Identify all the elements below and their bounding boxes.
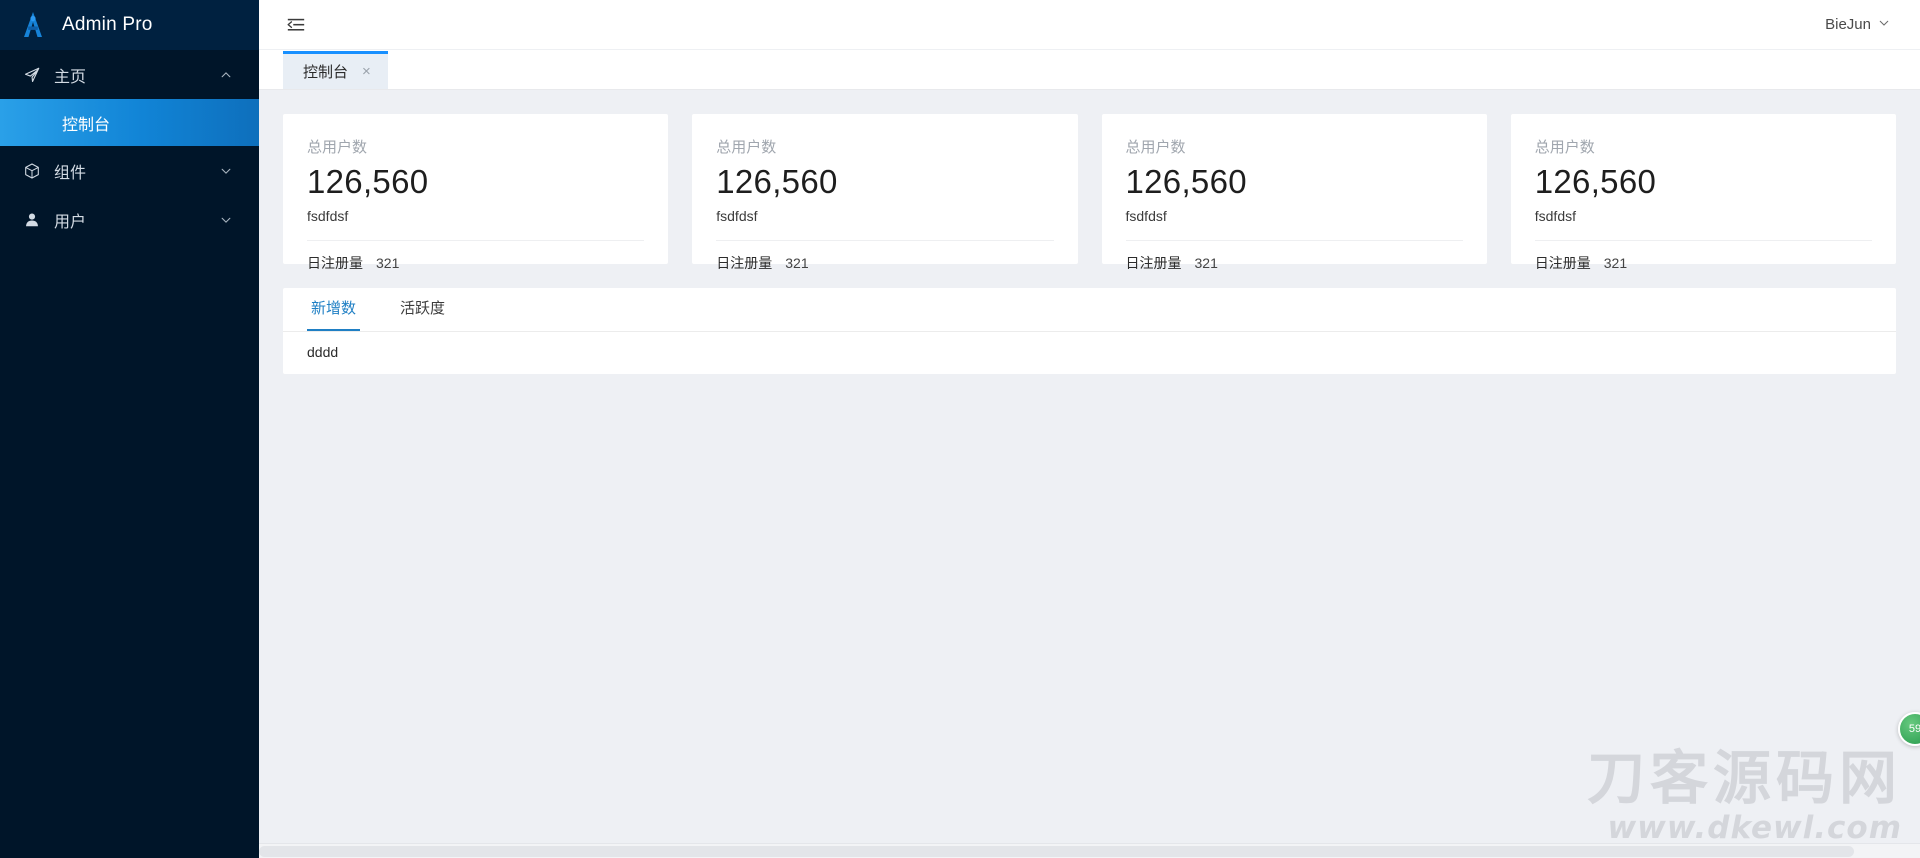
chevron-down-icon	[219, 164, 233, 178]
paper-plane-icon	[22, 65, 42, 85]
menu-fold-icon[interactable]	[283, 12, 309, 38]
sidebar-item-home-label: 主页	[54, 68, 87, 86]
chart-panel: 新增数 活跃度 dddd	[283, 288, 1896, 374]
horizontal-scrollbar[interactable]	[259, 843, 1920, 858]
sidebar-logo[interactable]: Admin Pro	[0, 0, 259, 50]
panel-tab-activity-label: 活跃度	[400, 300, 446, 317]
stat-card-footer: 日注册量 321	[1126, 241, 1463, 273]
stat-card-value: 126,560	[1125, 163, 1247, 200]
stat-card-value: 126,560	[716, 163, 838, 200]
stat-card-footer-value: 321	[1603, 254, 1628, 271]
watermark-cn-text: 刀客源码网	[1586, 744, 1902, 812]
stat-card-subtitle: fsdfdsf	[716, 207, 758, 224]
stat-card-title: 总用户数	[1534, 139, 1595, 156]
panel-body: dddd	[307, 344, 339, 360]
stat-card-footer-label: 日注册量	[716, 254, 773, 271]
stat-card-title: 总用户数	[716, 139, 777, 156]
stat-card: 总用户数 126,560 fsdfdsf 日注册量 321	[1510, 114, 1896, 271]
sidebar-item-components-label: 组件	[54, 164, 87, 182]
user-menu-name: BieJun	[1825, 16, 1871, 33]
stat-card-footer-label: 日注册量	[1125, 254, 1182, 271]
close-icon[interactable]: ×	[362, 64, 371, 79]
horizontal-scrollbar-thumb[interactable]	[259, 846, 1854, 857]
stat-card-footer-value: 321	[785, 254, 809, 271]
stat-card-value: 126,560	[307, 163, 429, 200]
admin-dashboard-app: Admin Pro 主页 控制台 组件 用户 BieJun 控制台 × 总用户数…	[0, 0, 1920, 858]
panel-tab-activity[interactable]: 活跃度	[396, 297, 449, 331]
panel-tab-new-users-label: 新增数	[311, 300, 357, 317]
stat-card-value: 126,560	[1534, 163, 1657, 200]
sidebar: Admin Pro 主页 控制台 组件 用户	[0, 0, 259, 858]
sidebar-item-home[interactable]: 主页	[0, 50, 259, 99]
stat-card-subtitle: fsdfdsf	[1534, 207, 1576, 224]
panel-tab-list: 新增数 活跃度	[283, 288, 1896, 332]
stat-card-title: 总用户数	[1125, 139, 1186, 156]
logo-a-icon	[18, 10, 48, 40]
stat-card-footer: 日注册量 321	[716, 241, 1053, 273]
stat-card-footer-label: 日注册量	[1534, 254, 1591, 271]
stat-card: 总用户数 126,560 fsdfdsf 日注册量 321	[283, 114, 669, 271]
stat-cards-row: 总用户数 126,560 fsdfdsf 日注册量 321 总用户数 126,5…	[283, 114, 1896, 271]
stat-card-subtitle: fsdfdsf	[307, 207, 349, 224]
stat-card-footer-label: 日注册量	[307, 254, 363, 271]
top-header: BieJun	[259, 0, 1920, 50]
page-tab-label: 控制台	[303, 64, 349, 81]
floating-score-value: 59	[1908, 723, 1920, 735]
stat-card-subtitle: fsdfdsf	[1125, 207, 1167, 224]
watermark-url-text: www.dkewl.com	[1607, 810, 1902, 846]
content-area: 总用户数 126,560 fsdfdsf 日注册量 321 总用户数 126,5…	[259, 90, 1920, 858]
stat-card-footer: 日注册量 321	[1535, 241, 1872, 273]
stat-card-footer: 日注册量 321	[307, 241, 644, 273]
site-watermark: 刀客源码网 www.dkewl.com	[1587, 749, 1902, 844]
chevron-down-icon	[1878, 16, 1890, 33]
chevron-up-icon	[219, 68, 233, 82]
cube-icon	[22, 161, 42, 181]
stat-card-title: 总用户数	[307, 139, 368, 156]
stat-card-footer-value: 321	[376, 254, 400, 271]
stat-card-footer-value: 321	[1194, 254, 1218, 271]
sidebar-item-console-label: 控制台	[62, 116, 111, 134]
sidebar-item-users[interactable]: 用户	[0, 195, 259, 244]
stat-card: 总用户数 126,560 fsdfdsf 日注册量 321	[1101, 114, 1487, 271]
user-icon	[22, 210, 42, 230]
stat-card: 总用户数 126,560 fsdfdsf 日注册量 321	[692, 114, 1078, 271]
logo-title: Admin Pro	[62, 14, 153, 35]
sidebar-item-users-label: 用户	[54, 213, 87, 231]
sidebar-item-console[interactable]: 控制台	[0, 99, 259, 146]
main-column: BieJun 控制台 × 总用户数 126,560 fsdfdsf 日注册量 3…	[259, 0, 1920, 858]
page-tab-strip: 控制台 ×	[259, 50, 1920, 90]
sidebar-menu: 主页 控制台 组件 用户	[0, 50, 259, 244]
panel-tab-new-users[interactable]: 新增数	[307, 297, 361, 331]
chevron-down-icon	[219, 213, 233, 227]
sidebar-item-components[interactable]: 组件	[0, 146, 259, 195]
page-tab-console[interactable]: 控制台 ×	[283, 51, 388, 89]
user-menu[interactable]: BieJun	[1825, 16, 1894, 33]
